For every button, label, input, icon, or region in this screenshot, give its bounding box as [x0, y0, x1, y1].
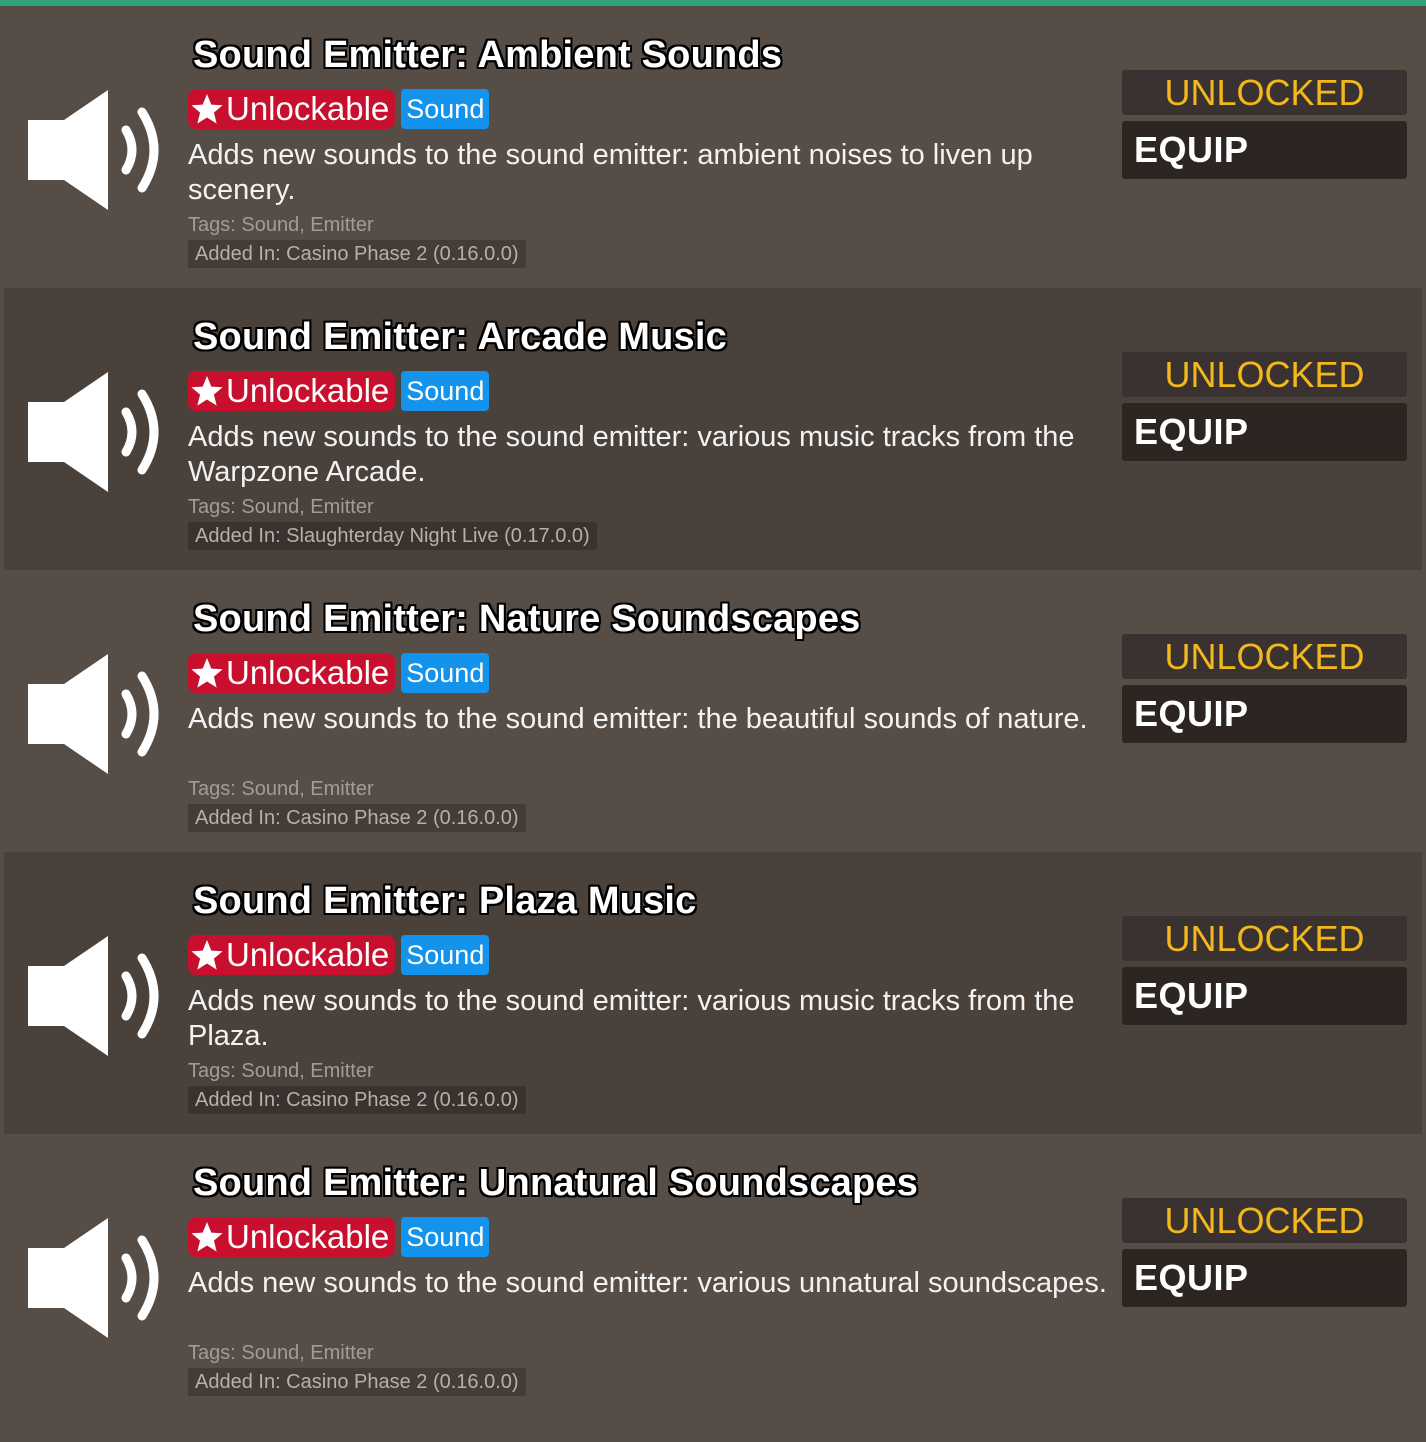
item-tags: Tags: Sound, Emitter	[188, 214, 374, 236]
list-item: Sound Emitter: Unnatural Soundscapes Unl…	[0, 1134, 1426, 1416]
item-added-in: Added In: Casino Phase 2 (0.16.0.0)	[188, 240, 526, 268]
item-description: Adds new sounds to the sound emitter: th…	[188, 703, 1088, 735]
item-title: Sound Emitter: Unnatural Soundscapes	[193, 1162, 919, 1204]
item-title: Sound Emitter: Nature Soundscapes	[193, 598, 861, 640]
item-tags: Tags: Sound, Emitter	[188, 1060, 374, 1082]
category-badge: Sound	[401, 653, 490, 693]
star-icon	[191, 94, 223, 124]
status-badge: UNLOCKED	[1122, 70, 1407, 115]
item-tags: Tags: Sound, Emitter	[188, 1342, 374, 1364]
badge-row: Unlockable Sound	[188, 1217, 490, 1261]
list-item: Sound Emitter: Arcade Music Unlockable S…	[4, 288, 1422, 570]
item-added-in: Added In: Casino Phase 2 (0.16.0.0)	[188, 1086, 526, 1114]
category-badge: Sound	[401, 935, 490, 975]
list-item: Sound Emitter: Plaza Music Unlockable So…	[4, 852, 1422, 1134]
equip-button[interactable]: EQUIP	[1122, 1249, 1407, 1307]
unlockable-badge-label: Unlockable	[226, 1218, 390, 1255]
badge-row: Unlockable Sound	[188, 935, 490, 979]
status-badge: UNLOCKED	[1122, 352, 1407, 397]
item-description: Adds new sounds to the sound emitter: am…	[188, 139, 1033, 206]
item-added-in: Added In: Casino Phase 2 (0.16.0.0)	[188, 1368, 526, 1396]
list-item: Sound Emitter: Nature Soundscapes Unlock…	[0, 570, 1426, 852]
unlockable-badge: Unlockable	[188, 371, 396, 411]
unlockable-badge: Unlockable	[188, 935, 396, 975]
star-icon	[191, 376, 223, 406]
speaker-icon	[26, 1218, 170, 1344]
badge-row: Unlockable Sound	[188, 653, 490, 697]
equip-button[interactable]: EQUIP	[1122, 685, 1407, 743]
item-added-in: Added In: Casino Phase 2 (0.16.0.0)	[188, 804, 526, 832]
category-badge: Sound	[401, 89, 490, 129]
equip-button[interactable]: EQUIP	[1122, 967, 1407, 1025]
unlockable-badge-label: Unlockable	[226, 936, 390, 973]
status-badge: UNLOCKED	[1122, 916, 1407, 961]
speaker-icon	[26, 90, 170, 216]
star-icon	[191, 1222, 223, 1252]
unlockable-badge-label: Unlockable	[226, 90, 390, 127]
badge-row: Unlockable Sound	[188, 89, 490, 133]
star-icon	[191, 940, 223, 970]
item-description: Adds new sounds to the sound emitter: va…	[188, 985, 1075, 1052]
equip-button[interactable]: EQUIP	[1122, 121, 1407, 179]
unlockable-badge: Unlockable	[188, 1217, 396, 1257]
unlockable-badge-label: Unlockable	[226, 372, 390, 409]
unlockable-badge: Unlockable	[188, 89, 396, 129]
speaker-icon	[26, 936, 170, 1062]
item-description: Adds new sounds to the sound emitter: va…	[188, 421, 1075, 488]
unlockable-badge-label: Unlockable	[226, 654, 390, 691]
item-title: Sound Emitter: Plaza Music	[193, 880, 697, 922]
unlockable-badge: Unlockable	[188, 653, 396, 693]
badge-row: Unlockable Sound	[188, 371, 490, 415]
speaker-icon	[26, 654, 170, 780]
star-icon	[191, 658, 223, 688]
status-badge: UNLOCKED	[1122, 634, 1407, 679]
item-title: Sound Emitter: Ambient Sounds	[193, 34, 783, 76]
item-tags: Tags: Sound, Emitter	[188, 496, 374, 518]
item-added-in: Added In: Slaughterday Night Live (0.17.…	[188, 522, 597, 550]
equip-button[interactable]: EQUIP	[1122, 403, 1407, 461]
category-badge: Sound	[401, 1217, 490, 1257]
item-description: Adds new sounds to the sound emitter: va…	[188, 1267, 1107, 1299]
speaker-icon	[26, 372, 170, 498]
list-item: Sound Emitter: Ambient Sounds Unlockable…	[0, 6, 1426, 288]
item-title: Sound Emitter: Arcade Music	[193, 316, 727, 358]
category-badge: Sound	[401, 371, 490, 411]
item-tags: Tags: Sound, Emitter	[188, 778, 374, 800]
status-badge: UNLOCKED	[1122, 1198, 1407, 1243]
unlockables-list: Sound Emitter: Ambient Sounds Unlockable…	[0, 6, 1426, 1416]
